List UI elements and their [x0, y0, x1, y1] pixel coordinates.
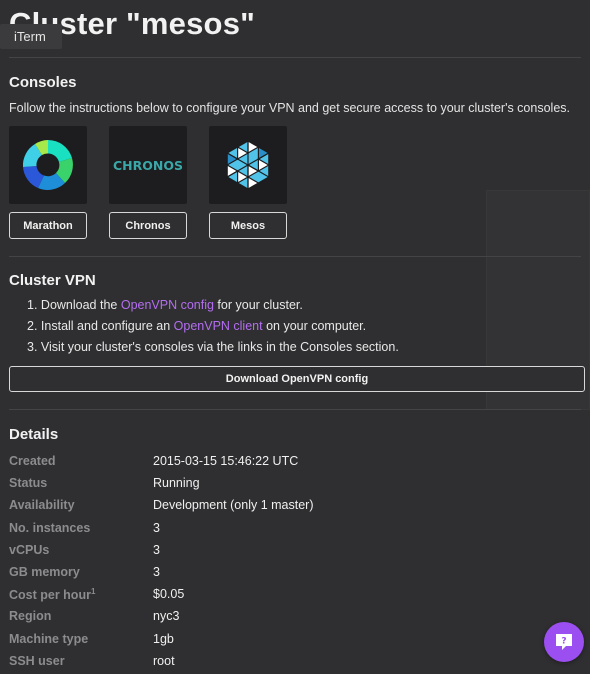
marathon-button[interactable]: Marathon	[9, 212, 87, 239]
detail-value: 3	[153, 542, 160, 557]
detail-row-availability: Availability Development (only 1 master)	[9, 496, 529, 518]
openvpn-config-link[interactable]: OpenVPN config	[121, 298, 214, 312]
footnote-marker: 1	[90, 587, 96, 597]
step-text: Download the	[40, 298, 121, 312]
detail-row-machine-type: Machine type 1gb	[9, 630, 529, 652]
consoles-instructions: Follow the instructions below to configu…	[9, 101, 570, 115]
divider	[9, 57, 581, 58]
detail-label: No. instances	[9, 520, 91, 535]
step-text: Visit your cluster's consoles via the li…	[40, 340, 399, 354]
vpn-step: 1. Download the OpenVPN config for your …	[27, 298, 399, 319]
help-chat-icon: ?	[556, 634, 572, 650]
detail-value: $0.05	[153, 587, 185, 602]
detail-value: 3	[153, 564, 160, 579]
consoles-heading: Consoles	[9, 74, 77, 91]
detail-value: 1gb	[153, 631, 174, 646]
mesos-button[interactable]: Mesos	[209, 212, 287, 239]
vpn-step: 3. Visit your cluster's consoles via the…	[27, 340, 399, 361]
step-number: 1.	[27, 298, 38, 312]
chronos-console-tile[interactable]: CHRONOS	[109, 126, 187, 204]
chronos-button[interactable]: Chronos	[109, 212, 187, 239]
detail-row-status: Status Running	[9, 474, 529, 496]
help-chat-button[interactable]: ?	[544, 622, 584, 662]
openvpn-client-link[interactable]: OpenVPN client	[174, 319, 263, 333]
detail-label: Availability	[9, 498, 75, 513]
detail-label: Region	[9, 609, 52, 624]
detail-label: SSH user	[9, 653, 65, 668]
details-heading: Details	[9, 426, 59, 443]
detail-row-cost: Cost per hour1 $0.05	[9, 585, 529, 607]
marathon-console-tile[interactable]	[9, 126, 87, 204]
detail-row-region: Region nyc3	[9, 607, 529, 629]
detail-label: Created	[9, 454, 56, 468]
detail-row-created: Created 2015-03-15 15:46:22 UTC	[9, 452, 529, 474]
detail-label: vCPUs	[9, 542, 50, 557]
detail-value: root	[153, 653, 175, 668]
step-number: 3.	[27, 340, 38, 354]
detail-value: Running	[153, 476, 200, 491]
details-list: Created 2015-03-15 15:46:22 UTC Status R…	[9, 452, 529, 674]
vpn-heading: Cluster VPN	[9, 272, 96, 289]
chronos-logo-icon: CHRONOS	[113, 158, 183, 173]
detail-row-ssh-user: SSH user root	[9, 652, 529, 674]
detail-value: 2015-03-15 15:46:22 UTC	[153, 454, 299, 468]
app-tooltip: iTerm	[0, 24, 62, 49]
download-openvpn-config-button[interactable]: Download OpenVPN config	[9, 366, 585, 392]
detail-label-text: Cost per hour	[9, 588, 91, 603]
divider	[9, 256, 581, 257]
detail-value: nyc3	[153, 609, 180, 624]
detail-label: Machine type	[9, 631, 89, 646]
step-text: on your computer.	[262, 319, 367, 333]
step-text: for your cluster.	[213, 298, 303, 312]
svg-text:?: ?	[561, 637, 566, 647]
vpn-steps: 1. Download the OpenVPN config for your …	[27, 298, 399, 361]
mesos-console-tile[interactable]	[209, 126, 287, 204]
detail-label: Cost per hour1	[9, 587, 95, 602]
vpn-step: 2. Install and configure an OpenVPN clie…	[27, 319, 399, 340]
chronos-logo-text: CHRONOS	[113, 158, 183, 173]
divider	[9, 409, 581, 410]
marathon-logo-icon	[22, 140, 73, 190]
detail-row-memory: GB memory 3	[9, 563, 529, 585]
step-text: Install and configure an	[40, 319, 174, 333]
detail-value: Development (only 1 master)	[153, 498, 314, 513]
detail-row-vcpus: vCPUs 3	[9, 541, 529, 563]
detail-label: GB memory	[9, 564, 80, 579]
detail-label: Status	[9, 476, 48, 491]
mesos-logo-icon	[226, 139, 271, 191]
detail-value: 3	[153, 520, 160, 535]
detail-row-instances: No. instances 3	[9, 519, 529, 541]
step-number: 2.	[27, 319, 38, 333]
